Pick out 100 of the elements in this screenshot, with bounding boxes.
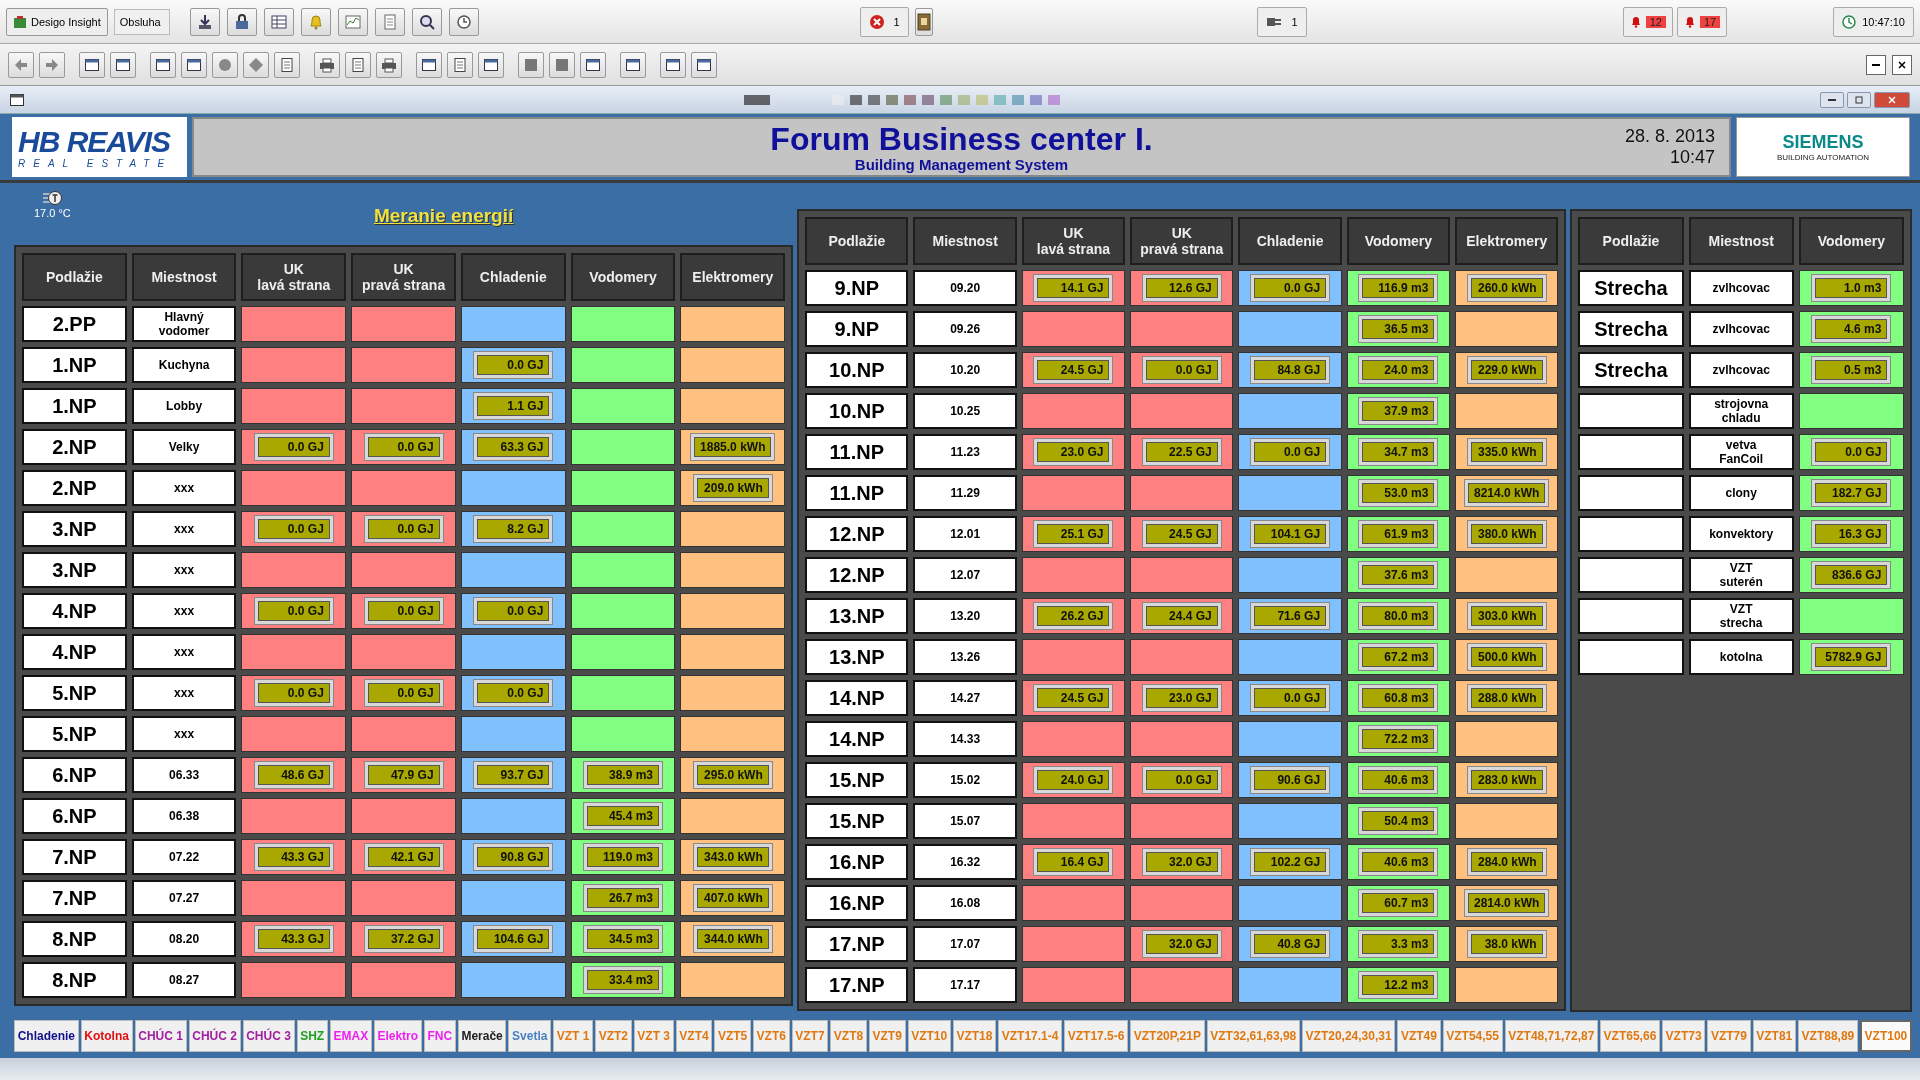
toolbar-button[interactable] <box>691 51 717 78</box>
minimize-button[interactable] <box>1820 91 1844 108</box>
toolbar-button[interactable] <box>227 7 258 36</box>
floor-cell: Strecha <box>1578 311 1684 347</box>
arrow-right-icon <box>44 56 60 73</box>
minimize-button[interactable] <box>1866 54 1886 75</box>
page-tab[interactable]: VZT100 <box>1859 1020 1912 1052</box>
page-tab[interactable]: CHÚC 2 <box>188 1020 241 1052</box>
user-field[interactable]: Obsluha <box>113 8 171 35</box>
page-tab[interactable]: VZT73 <box>1661 1020 1706 1052</box>
help-button[interactable] <box>914 7 933 36</box>
page-tab[interactable]: SHZ <box>296 1020 328 1052</box>
page-tab[interactable]: VZT17.1-4 <box>998 1020 1063 1052</box>
column-header: Vodomery <box>1346 217 1451 265</box>
page-tab[interactable]: Kotolna <box>80 1020 133 1052</box>
toolbar-button[interactable] <box>110 51 136 78</box>
clock-indicator[interactable]: 10:47:10 <box>1833 6 1914 37</box>
page-tab[interactable]: VZT9 <box>868 1020 906 1052</box>
page-tab[interactable]: VZT49 <box>1397 1020 1441 1052</box>
toolbar-button[interactable] <box>449 7 480 36</box>
page-tab[interactable]: VZT17.5-6 <box>1064 1020 1129 1052</box>
meter-value: 71.6 GJ <box>1251 603 1330 629</box>
close-button[interactable] <box>1892 54 1912 75</box>
bell-icon <box>1629 15 1642 28</box>
floor-cell: 4.NP <box>22 593 127 629</box>
page-tab[interactable]: Svetla <box>508 1020 552 1052</box>
toolbar-button[interactable] <box>181 51 207 78</box>
toolbar-button[interactable] <box>345 51 371 78</box>
page-tab[interactable]: VZT 3 <box>633 1020 674 1052</box>
alarm-indicator[interactable]: 17 <box>1676 6 1728 37</box>
restore-icon <box>1854 95 1864 104</box>
toolbar-button[interactable] <box>376 51 402 78</box>
page-tab[interactable]: VZT18 <box>952 1020 997 1052</box>
page-title: Forum Business center I. <box>770 121 1153 156</box>
page-tab[interactable]: VZT88,89 <box>1797 1020 1858 1052</box>
meter-value: 288.0 kWh <box>1467 685 1546 711</box>
toolbar-button[interactable] <box>412 7 443 36</box>
meter-value: 32.0 GJ <box>1142 931 1221 957</box>
page-tab[interactable]: EMAX <box>329 1020 372 1052</box>
connection-indicator[interactable]: 1 <box>1256 6 1307 37</box>
meter-value: 303.0 kWh <box>1467 603 1546 629</box>
toolbar-button[interactable] <box>478 51 504 78</box>
page-tab[interactable]: VZT65,66 <box>1599 1020 1660 1052</box>
room-cell: 11.29 <box>913 475 1017 511</box>
brand-subtitle: BUILDING AUTOMATION <box>1776 153 1870 162</box>
page-tab[interactable]: VZT4 <box>675 1020 713 1052</box>
floor-cell: 17.NP <box>805 967 909 1003</box>
window-icon <box>483 56 499 73</box>
page-tab[interactable]: VZT20,24,30,31 <box>1301 1020 1396 1052</box>
chart-icon <box>344 12 363 31</box>
page-tab[interactable]: VZT79 <box>1707 1020 1751 1052</box>
meter-value: 61.9 m3 <box>1359 521 1438 547</box>
toolbar-button[interactable] <box>416 51 442 78</box>
error-indicator[interactable]: 1 <box>860 6 909 37</box>
page-tab[interactable]: Chladenie <box>14 1020 79 1052</box>
toolbar-button[interactable] <box>190 7 221 36</box>
page-tab[interactable]: VZT48,71,72,87 <box>1504 1020 1598 1052</box>
meter-value: 24.5 GJ <box>1034 685 1113 711</box>
page-tab[interactable]: VZT32,61,63,98 <box>1206 1020 1300 1052</box>
floor-cell: 3.NP <box>22 511 127 547</box>
page-tab[interactable]: VZT2 <box>595 1020 632 1052</box>
app-button[interactable]: Desigo Insight <box>6 7 108 36</box>
page-tab[interactable]: VZT81 <box>1752 1020 1796 1052</box>
page-tab[interactable]: VZT20P,21P <box>1130 1020 1205 1052</box>
page-link[interactable]: Meranie energií <box>373 205 514 227</box>
page-tab[interactable]: VZT10 <box>907 1020 951 1052</box>
alarm-indicator[interactable]: 12 <box>1622 6 1673 37</box>
page-tab[interactable]: VZT5 <box>714 1020 751 1052</box>
page-tab[interactable]: VZT54,55 <box>1442 1020 1503 1052</box>
alarm-count: 12 <box>1645 15 1666 28</box>
page-tab[interactable]: Merače <box>457 1020 507 1052</box>
meter-value: 23.0 GJ <box>1142 685 1221 711</box>
meter-value: 22.5 GJ <box>1142 439 1221 465</box>
toolbar-button[interactable] <box>274 51 300 78</box>
column-header: Podlažie <box>1578 217 1684 265</box>
page-tab[interactable]: Elektro <box>373 1020 422 1052</box>
toolbar-button[interactable] <box>620 51 646 78</box>
toolbar-button[interactable] <box>314 51 340 78</box>
toolbar-button[interactable] <box>447 51 473 78</box>
page-tab[interactable]: VZT8 <box>830 1020 867 1052</box>
window-icon <box>155 56 171 73</box>
page-tab[interactable]: VZT6 <box>752 1020 790 1052</box>
floor-cell: 6.NP <box>22 757 127 793</box>
toolbar-button[interactable] <box>660 51 686 78</box>
meter-value: 12.2 m3 <box>1359 972 1438 998</box>
page-tab[interactable]: VZT 1 <box>553 1020 594 1052</box>
document-icon <box>452 56 468 73</box>
toolbar-button[interactable] <box>580 51 606 78</box>
meter-value: 53.0 m3 <box>1359 480 1438 506</box>
page-tab[interactable]: CHÚC 1 <box>134 1020 187 1052</box>
toolbar-button[interactable] <box>79 51 105 78</box>
printer-icon <box>381 56 397 73</box>
page-tab[interactable]: FNC <box>423 1020 456 1052</box>
room-cell: kotolna <box>1688 639 1794 675</box>
floor-cell: 2.NP <box>22 470 127 506</box>
toolbar-button[interactable] <box>150 51 176 78</box>
page-tab[interactable]: VZT7 <box>791 1020 829 1052</box>
room-cell: 10.20 <box>913 352 1017 388</box>
page-tab[interactable]: CHÚC 3 <box>242 1020 295 1052</box>
meter-value: 0.0 GJ <box>1142 767 1221 793</box>
